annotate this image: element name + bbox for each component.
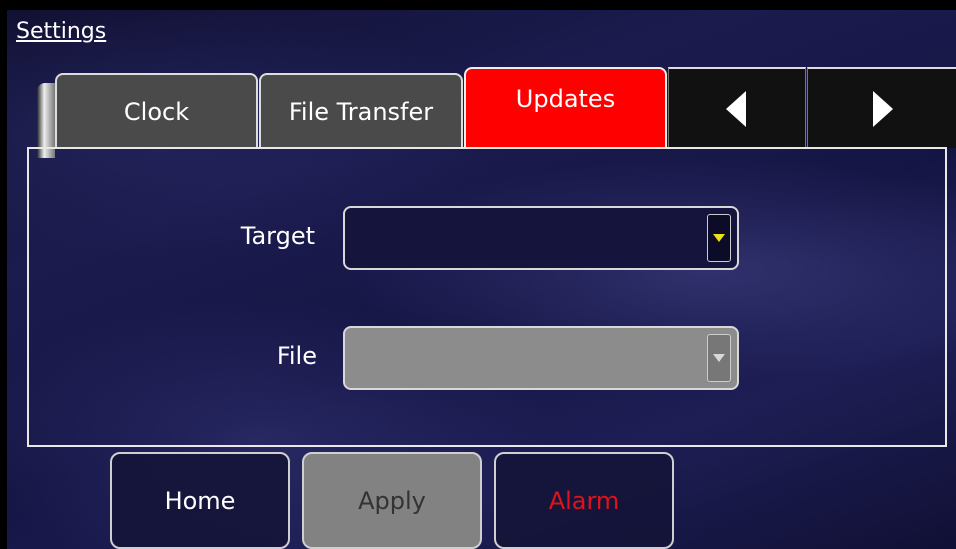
tab-clock-label: Clock: [123, 97, 190, 126]
updates-panel: Target File: [27, 147, 947, 447]
chevron-down-icon: [713, 234, 725, 242]
target-dropdown-arrow[interactable]: [707, 214, 731, 262]
triangle-right-icon: [873, 90, 893, 127]
home-button[interactable]: Home: [110, 452, 290, 549]
apply-button-label: Apply: [358, 486, 426, 515]
tab-prev-button[interactable]: [668, 67, 806, 148]
file-dropdown-arrow[interactable]: [707, 334, 731, 382]
tab-updates[interactable]: Updates: [464, 67, 667, 148]
home-button-label: Home: [164, 486, 236, 515]
tab-updates-label: Updates: [515, 84, 616, 113]
tab-next-button[interactable]: [807, 67, 956, 148]
alarm-button[interactable]: Alarm: [494, 452, 674, 549]
chevron-down-icon: [713, 354, 725, 362]
triangle-left-icon: [726, 90, 746, 127]
tab-clock[interactable]: Clock: [55, 73, 258, 148]
file-dropdown[interactable]: [343, 326, 739, 390]
target-dropdown[interactable]: [343, 206, 739, 270]
page-title[interactable]: Settings: [16, 19, 106, 44]
file-label: File: [276, 342, 317, 370]
tab-file-transfer-label: File Transfer: [288, 97, 434, 126]
target-label: Target: [240, 222, 315, 250]
settings-screen: Settings Clock File Transfer Updates Tar…: [7, 10, 956, 549]
apply-button[interactable]: Apply: [302, 452, 482, 549]
alarm-button-label: Alarm: [548, 486, 620, 515]
tab-file-transfer[interactable]: File Transfer: [259, 73, 463, 148]
